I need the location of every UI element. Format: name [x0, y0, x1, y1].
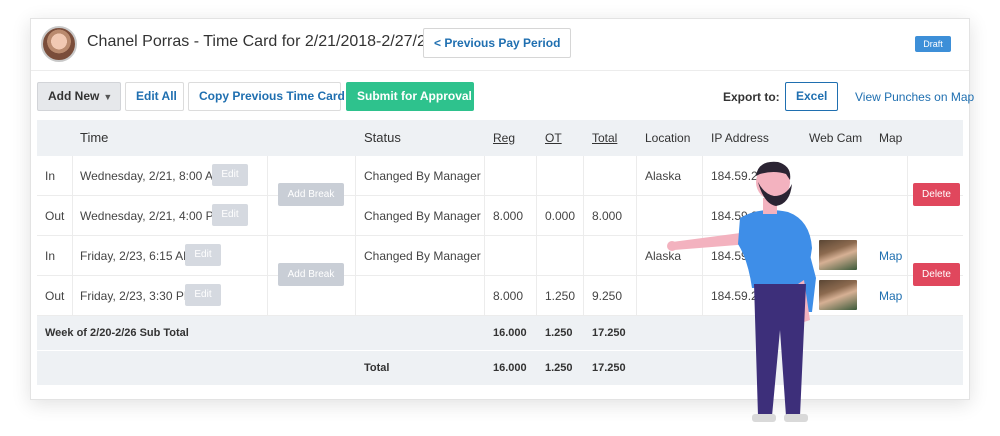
left-shoe — [752, 414, 776, 422]
column-time: Time — [80, 130, 109, 145]
avatar — [41, 26, 77, 62]
right-shoe — [784, 414, 808, 422]
punch-reg: 8.000 — [493, 209, 524, 223]
column-ot[interactable]: OT — [545, 131, 562, 145]
punch-time: Wednesday, 2/21, 4:00 PM — [80, 209, 224, 223]
delete-button[interactable]: Delete — [913, 263, 960, 286]
page-title: Chanel Porras - Time Card for 2/21/2018-… — [87, 33, 453, 50]
add-new-button[interactable]: Add New ▼ — [37, 82, 121, 111]
table-header: Time Status Reg OT Total Location IP Add… — [37, 120, 963, 156]
edit-button[interactable]: Edit — [212, 204, 248, 226]
column-location: Location — [645, 131, 691, 145]
map-link[interactable]: Map — [879, 249, 902, 263]
punch-type: Out — [45, 289, 65, 303]
column-divider — [536, 156, 537, 316]
column-map: Map — [879, 131, 903, 145]
edit-button[interactable]: Edit — [185, 244, 221, 266]
status-badge: Draft — [915, 36, 951, 52]
punch-ot: 1.250 — [545, 289, 576, 303]
column-web-cam: Web Cam — [809, 131, 863, 145]
map-link[interactable]: Map — [879, 289, 902, 303]
punch-reg: 8.000 — [493, 289, 524, 303]
total-total: 17.250 — [592, 362, 626, 374]
subtotal-label: Week of 2/20-2/26 Sub Total — [45, 327, 189, 339]
export-label: Export to: — [723, 90, 780, 104]
total-ot: 1.250 — [545, 362, 573, 374]
edit-button[interactable]: Edit — [185, 284, 221, 306]
column-reg[interactable]: Reg — [493, 131, 515, 145]
subtotal-reg: 16.000 — [493, 327, 527, 339]
punch-status: Changed By Manager — [364, 209, 481, 223]
column-divider — [267, 156, 268, 316]
chevron-down-icon: ▼ — [103, 92, 113, 102]
edit-button[interactable]: Edit — [212, 164, 248, 186]
edit-all-button[interactable]: Edit All — [125, 82, 184, 111]
column-divider — [72, 156, 73, 316]
subtotal-total: 17.250 — [592, 327, 626, 339]
add-break-button[interactable]: Add Break — [278, 183, 344, 206]
delete-button[interactable]: Delete — [913, 183, 960, 206]
punch-type: In — [45, 169, 56, 183]
punch-time: Wednesday, 2/21, 8:00 AM — [80, 169, 223, 183]
punch-status: Changed By Manager — [364, 169, 481, 183]
presenter-illustration — [667, 161, 816, 422]
hand — [667, 241, 677, 251]
punch-type: Out — [45, 209, 65, 223]
column-divider — [355, 156, 356, 316]
subtotal-ot: 1.250 — [545, 327, 573, 339]
toolbar: Add New ▼ Edit All Copy Previous Time Car… — [31, 71, 974, 117]
punch-total: 8.000 — [592, 209, 623, 223]
punch-time: Friday, 2/23, 3:30 PM — [80, 289, 194, 303]
add-new-label: Add New — [48, 89, 100, 103]
punch-time: Friday, 2/23, 6:15 AM — [80, 249, 194, 263]
column-status: Status — [364, 130, 401, 145]
column-total[interactable]: Total — [592, 131, 617, 145]
view-punches-on-map-link[interactable]: View Punches on Map — [855, 90, 974, 104]
add-break-button[interactable]: Add Break — [278, 263, 344, 286]
total-label: Total — [364, 362, 390, 374]
copy-previous-time-card-button[interactable]: Copy Previous Time Card — [188, 82, 345, 111]
punch-ot: 0.000 — [545, 209, 576, 223]
column-ip-address: IP Address — [711, 131, 769, 145]
timecard-header: Chanel Porras - Time Card for 2/21/2018-… — [31, 19, 969, 71]
pants — [754, 284, 806, 416]
punch-total: 9.250 — [592, 289, 623, 303]
column-divider — [484, 156, 485, 316]
punch-type: In — [45, 249, 56, 263]
column-divider — [907, 156, 908, 316]
export-excel-button[interactable]: Excel — [785, 82, 838, 111]
total-reg: 16.000 — [493, 362, 527, 374]
previous-pay-period-button[interactable]: < Previous Pay Period — [423, 28, 572, 58]
submit-for-approval-button[interactable]: Submit for Approval — [346, 82, 474, 111]
column-divider — [636, 156, 637, 316]
column-divider — [583, 156, 584, 316]
punch-status: Changed By Manager — [364, 249, 481, 263]
